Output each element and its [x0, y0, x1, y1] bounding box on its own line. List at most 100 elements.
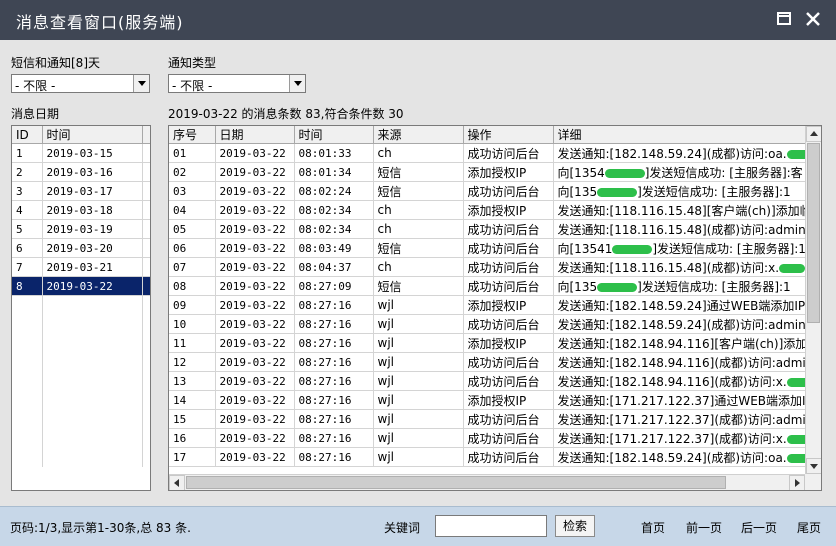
col-header-time[interactable]: 时间: [42, 126, 143, 144]
col-header-detail[interactable]: 详细: [553, 126, 821, 144]
detail-text: 发送通知:[171.217.122.37](成都)访问:admin: [557, 412, 814, 427]
message-date-label: 消息日期: [11, 107, 60, 121]
message-row[interactable]: 16 2019-03-22 08:27:16 wjl 成功访问后台 发送通知:[171.2…: [169, 428, 821, 448]
row-date: 2019-03-22: [215, 200, 295, 220]
message-row[interactable]: 12 2019-03-22 08:27:16 wjl 成功访问后台 发送通知:[182.1…: [169, 352, 821, 372]
last-page-link[interactable]: 尾页: [797, 519, 821, 536]
row-operation: 成功访问后台: [463, 257, 554, 277]
col-header-time[interactable]: 时间: [294, 126, 374, 144]
date-row[interactable]: 8 2019-03-22: [12, 276, 150, 296]
row-operation: 添加授权IP: [463, 200, 554, 220]
chevron-down-icon[interactable]: [133, 75, 149, 92]
search-button[interactable]: 检索: [555, 515, 595, 537]
date-row[interactable]: 2 2019-03-16: [12, 162, 150, 182]
date-row-date: 2019-03-21: [42, 257, 143, 277]
horizontal-scroll-thumb[interactable]: [186, 476, 726, 489]
row-time: 08:02:24: [294, 181, 374, 201]
row-no: 07: [169, 257, 216, 277]
scroll-left-icon[interactable]: [169, 475, 185, 490]
status-bar: 页码:1/3,显示第1-30条,总 83 条. 关键词 检索 首页 前一页 后一…: [0, 506, 836, 546]
notify-type-select[interactable]: - 不限 -: [168, 74, 306, 93]
message-grid-header: 序号 日期 时间 来源 操作 详细: [169, 126, 821, 144]
maximize-button[interactable]: [771, 6, 797, 32]
message-row[interactable]: 11 2019-03-22 08:27:16 wjl 添加授权IP 发送通知:[182.1…: [169, 333, 821, 353]
detail-text: 向[135: [557, 279, 598, 294]
date-row[interactable]: 4 2019-03-18: [12, 200, 150, 220]
date-row[interactable]: 7 2019-03-21: [12, 257, 150, 277]
detail-text-2: ]发送短信成功: [主服务器]:1: [637, 184, 791, 199]
date-row-date: 2019-03-18: [42, 200, 143, 220]
message-row[interactable]: 09 2019-03-22 08:27:16 wjl 添加授权IP 发送通知:[182.1…: [169, 295, 821, 315]
row-date: 2019-03-22: [215, 162, 295, 182]
date-row[interactable]: 6 2019-03-20: [12, 238, 150, 258]
horizontal-scrollbar[interactable]: [169, 474, 805, 490]
date-row-filler: [142, 162, 150, 182]
row-date: 2019-03-22: [215, 181, 295, 201]
row-time: 08:27:16: [294, 409, 374, 429]
col-header-id[interactable]: ID: [12, 126, 43, 144]
detail-text-2: ]发送短信成功: [主服务器]:1: [652, 241, 806, 256]
row-no: 15: [169, 409, 216, 429]
message-row[interactable]: 10 2019-03-22 08:27:16 wjl 成功访问后台 发送通知:[182.1…: [169, 314, 821, 334]
message-row[interactable]: 08 2019-03-22 08:27:09 短信 成功访问后台 向[135]发送短信成功…: [169, 276, 821, 296]
detail-text: 发送通知:[118.116.15.48](成都)访问:adminx: [557, 222, 813, 237]
row-operation: 成功访问后台: [463, 371, 554, 391]
row-no: 12: [169, 352, 216, 372]
next-page-link[interactable]: 后一页: [741, 519, 777, 536]
row-no: 06: [169, 238, 216, 258]
message-row[interactable]: 06 2019-03-22 08:03:49 短信 成功访问后台 向[13541]发送短信…: [169, 238, 821, 258]
date-row-id: 1: [12, 143, 43, 163]
col-header-operation[interactable]: 操作: [463, 126, 554, 144]
row-source: 短信: [373, 181, 464, 201]
row-source: ch: [373, 200, 464, 220]
chevron-down-icon[interactable]: [289, 75, 305, 92]
notify-type-label: 通知类型: [168, 56, 217, 70]
row-time: 08:01:33: [294, 143, 374, 163]
detail-text: 发送通知:[182.148.59.24](成都)访问:oa.: [557, 146, 787, 161]
date-row[interactable]: 3 2019-03-17: [12, 181, 150, 201]
row-operation: 成功访问后台: [463, 447, 554, 467]
date-row-date: 2019-03-20: [42, 238, 143, 258]
date-row-date: 2019-03-15: [42, 143, 143, 163]
message-row[interactable]: 07 2019-03-22 08:04:37 ch 成功访问后台 发送通知:[118.11…: [169, 257, 821, 277]
message-row[interactable]: 05 2019-03-22 08:02:34 ch 成功访问后台 发送通知:[118.11…: [169, 219, 821, 239]
vertical-scrollbar[interactable]: [805, 126, 821, 474]
first-page-link[interactable]: 首页: [641, 519, 665, 536]
row-date: 2019-03-22: [215, 409, 295, 429]
sms-days-select[interactable]: - 不限 -: [11, 74, 150, 93]
col-header-no[interactable]: 序号: [169, 126, 216, 144]
row-operation: 成功访问后台: [463, 314, 554, 334]
row-date: 2019-03-22: [215, 428, 295, 448]
date-row[interactable]: 5 2019-03-19: [12, 219, 150, 239]
scroll-up-icon[interactable]: [806, 126, 821, 142]
keyword-input[interactable]: [435, 515, 547, 537]
prev-page-link[interactable]: 前一页: [686, 519, 722, 536]
message-row[interactable]: 14 2019-03-22 08:27:16 wjl 添加授权IP 发送通知:[171.2…: [169, 390, 821, 410]
scroll-right-icon[interactable]: [789, 475, 805, 490]
row-detail: 向[1354]发送短信成功: [主服务器]:客: [553, 162, 821, 182]
message-row[interactable]: 04 2019-03-22 08:02:34 ch 添加授权IP 发送通知:[118.11…: [169, 200, 821, 220]
date-row-filler: [142, 276, 150, 296]
message-row[interactable]: 17 2019-03-22 08:27:16 wjl 成功访问后台 发送通知:[182.1…: [169, 447, 821, 467]
empty-row: [12, 333, 150, 353]
message-row[interactable]: 02 2019-03-22 08:01:34 短信 添加授权IP 向[1354]发送短信成…: [169, 162, 821, 182]
row-date: 2019-03-22: [215, 390, 295, 410]
col-header-date[interactable]: 日期: [215, 126, 295, 144]
row-detail: 发送通知:[118.116.15.48][客户端(ch)]添加临: [553, 200, 821, 220]
message-row[interactable]: 03 2019-03-22 08:02:24 短信 成功访问后台 向[135]发送短信成功…: [169, 181, 821, 201]
close-button[interactable]: [800, 6, 826, 32]
detail-text: 发送通知:[182.148.59.24]通过WEB端添加IP:1: [557, 298, 817, 313]
message-row[interactable]: 01 2019-03-22 08:01:33 ch 成功访问后台 发送通知:[182.14…: [169, 143, 821, 163]
row-time: 08:02:34: [294, 200, 374, 220]
row-detail: 发送通知:[171.217.122.37]通过WEB端添加IP:: [553, 390, 821, 410]
scroll-down-icon[interactable]: [806, 458, 821, 474]
empty-row: [12, 390, 150, 410]
empty-row: [12, 447, 150, 467]
message-row[interactable]: 15 2019-03-22 08:27:16 wjl 成功访问后台 发送通知:[171.2…: [169, 409, 821, 429]
vertical-scroll-thumb[interactable]: [807, 143, 820, 323]
date-row[interactable]: 1 2019-03-15: [12, 143, 150, 163]
message-row[interactable]: 13 2019-03-22 08:27:16 wjl 成功访问后台 发送通知:[182.1…: [169, 371, 821, 391]
row-time: 08:27:16: [294, 428, 374, 448]
col-header-source[interactable]: 来源: [373, 126, 464, 144]
row-detail: 发送通知:[182.148.59.24](成都)访问:oa.: [553, 143, 821, 163]
